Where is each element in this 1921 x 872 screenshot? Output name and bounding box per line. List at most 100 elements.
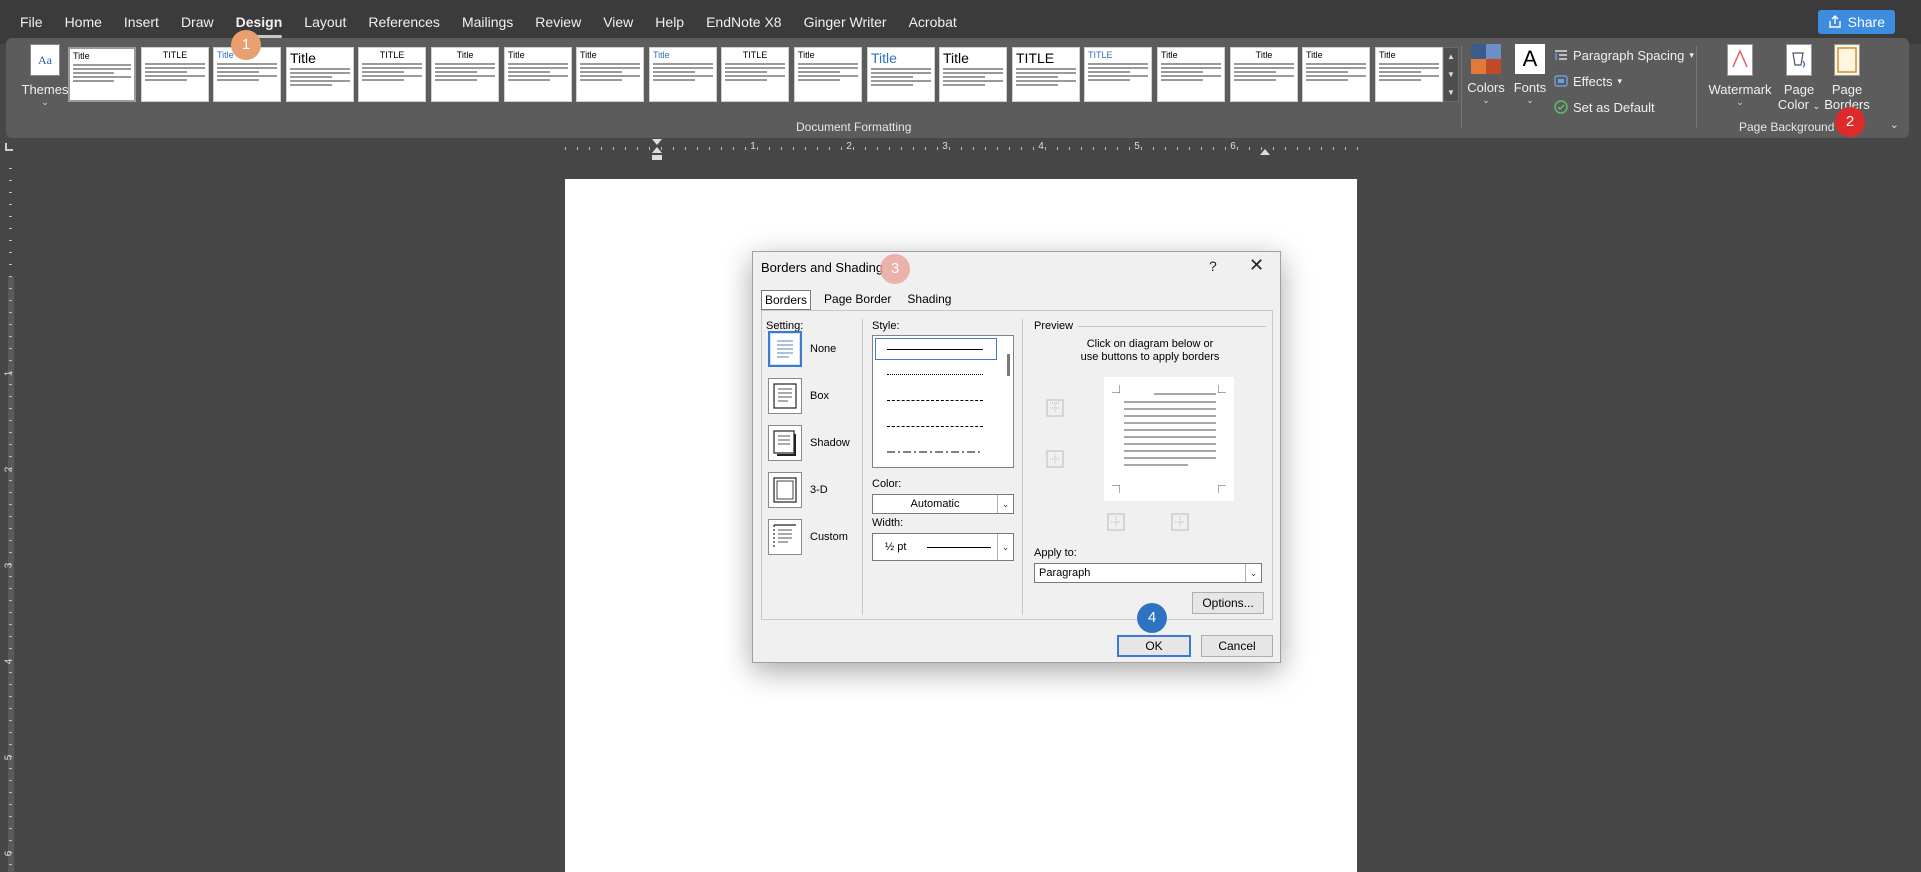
horizontal-ruler[interactable]: 1 2 3 4 5 6 (565, 139, 1361, 160)
style-set-thumbnail[interactable]: Title (1157, 47, 1225, 102)
style-set-title: Title (456, 50, 474, 60)
gallery-more-icon[interactable]: ▼ (1444, 84, 1458, 102)
style-solid[interactable] (887, 349, 983, 350)
style-set-thumbnail[interactable]: Title (576, 47, 644, 102)
effects-button[interactable]: Effects ▾ (1554, 70, 1699, 92)
setting-custom[interactable]: Custom (768, 517, 848, 557)
ok-button[interactable]: OK (1117, 635, 1191, 657)
page-color-label-1: Page (1783, 82, 1815, 97)
page-borders-button[interactable]: Page Borders (1824, 44, 1870, 112)
page-color-button[interactable]: Page Color ⌄ (1776, 44, 1822, 114)
width-dropdown[interactable]: ½ pt ⌄ (872, 533, 1014, 561)
style-set-thumbnail[interactable]: TITLE (1012, 47, 1080, 102)
borders-tab-panel: Setting: None Box Shadow 3-D Custom Styl… (761, 310, 1273, 620)
help-icon[interactable]: ? (1209, 258, 1217, 274)
tab-shading[interactable]: Shading (904, 290, 954, 310)
setting-none-icon (768, 331, 802, 367)
setting-3d-label: 3-D (810, 484, 828, 496)
options-button[interactable]: Options... (1192, 592, 1264, 614)
ruler-number: 2 (3, 466, 15, 473)
setting-3d[interactable]: 3-D (768, 470, 828, 510)
setting-box-icon (768, 378, 802, 414)
chevron-down-icon: ⌄ (997, 534, 1013, 560)
width-sample-line (927, 547, 991, 548)
style-set-thumbnail[interactable]: Title (794, 47, 862, 102)
gallery-up-icon[interactable]: ▲ (1444, 48, 1458, 66)
preview-diagram[interactable] (1104, 377, 1234, 501)
share-label: Share (1847, 14, 1885, 30)
style-set-thumbnail[interactable]: Title (504, 47, 572, 102)
watermark-icon (1727, 44, 1753, 76)
themes-button[interactable]: Aa Themes ⌄ (18, 42, 72, 112)
chevron-down-icon: ⌄ (1812, 101, 1821, 111)
style-set-thumbnail[interactable]: Title (286, 47, 354, 102)
setting-box[interactable]: Box (768, 376, 829, 416)
style-set-thumbnail[interactable]: Title (649, 47, 717, 102)
style-set-thumbnail[interactable]: TITLE (1084, 47, 1152, 102)
design-side-commands: Paragraph Spacing ▾ Effects ▾ Set as Def… (1554, 44, 1699, 118)
setting-none[interactable]: None (768, 329, 836, 369)
style-set-title: Title (73, 51, 90, 61)
colors-icon (1471, 44, 1501, 74)
style-set-title: TITLE (1088, 50, 1113, 60)
ribbon-separator (1461, 46, 1462, 128)
style-set-thumbnail[interactable]: Title (68, 47, 136, 102)
panel-divider (862, 319, 863, 615)
watermark-button[interactable]: Watermark ⌄ (1708, 44, 1772, 107)
preview-hint-2: use buttons to apply borders (1080, 351, 1220, 363)
chevron-down-icon: ▾ (1689, 49, 1694, 60)
style-set-thumbnail[interactable]: TITLE (141, 47, 209, 102)
paragraph-spacing-label: Paragraph Spacing (1573, 47, 1685, 63)
style-dash[interactable] (887, 426, 983, 427)
tab-borders[interactable]: Borders (761, 290, 812, 310)
style-set-thumbnail[interactable]: Title (1230, 47, 1298, 102)
style-label: Style: (872, 320, 900, 332)
gallery-scroll[interactable]: ▲ ▼ ▼ (1443, 47, 1459, 102)
fonts-button[interactable]: A Fonts ⌄ (1510, 44, 1550, 105)
gallery-down-icon[interactable]: ▼ (1444, 66, 1458, 84)
left-border-button-icon[interactable] (1106, 512, 1126, 532)
color-dropdown[interactable]: Automatic ⌄ (872, 494, 1014, 514)
style-dotted[interactable] (887, 374, 983, 375)
chevron-down-icon: ⌄ (1526, 95, 1534, 105)
cancel-button[interactable]: Cancel (1201, 635, 1273, 657)
setting-box-label: Box (810, 390, 829, 402)
style-list-scrollbar[interactable] (1007, 354, 1010, 376)
style-set-title: Title (290, 50, 316, 66)
effects-icon (1554, 75, 1568, 87)
ruler-corner-tab-selector[interactable] (5, 143, 13, 151)
share-icon (1828, 15, 1841, 28)
chevron-down-icon: ⌄ (1736, 97, 1744, 107)
style-set-thumbnail[interactable]: TITLE (358, 47, 426, 102)
right-border-button-icon[interactable] (1170, 512, 1190, 532)
tab-page-border[interactable]: Page Border (821, 290, 894, 310)
style-set-gallery: Title TITLE Title Title TITLE Title Title Title… (68, 47, 1451, 102)
style-list[interactable] (872, 335, 1014, 468)
indent-marker-icon[interactable] (651, 139, 663, 161)
close-icon[interactable]: ✕ (1249, 255, 1264, 276)
setting-shadow[interactable]: Shadow (768, 423, 850, 463)
style-set-thumbnail[interactable]: Title (1375, 47, 1443, 102)
style-set-thumbnail[interactable]: Title (867, 47, 935, 102)
style-set-thumbnail[interactable]: Title (1302, 47, 1370, 102)
top-border-button-icon[interactable] (1045, 398, 1065, 418)
inside-horizontal-border-button-icon[interactable] (1045, 449, 1065, 469)
apply-to-dropdown[interactable]: Paragraph ⌄ (1034, 563, 1262, 583)
paragraph-spacing-button[interactable]: Paragraph Spacing ▾ (1554, 44, 1699, 66)
share-button[interactable]: Share (1817, 10, 1895, 34)
themes-label: Themes (21, 82, 69, 97)
ribbon: Aa Themes ⌄ Title TITLE Title Title TITLE Tit… (6, 38, 1909, 138)
style-set-thumbnail[interactable]: Title (431, 47, 499, 102)
vertical-ruler[interactable]: 1 2 3 4 5 6 (3, 168, 16, 872)
set-as-default-button[interactable]: Set as Default (1554, 96, 1699, 118)
style-small-dash[interactable] (887, 400, 983, 401)
page-color-icon (1786, 44, 1812, 76)
collapse-ribbon-icon[interactable]: ⌄ (1890, 118, 1899, 131)
style-set-thumbnail[interactable]: Title (939, 47, 1007, 102)
style-dash-dot[interactable] (887, 450, 983, 454)
colors-button[interactable]: Colors ⌄ (1466, 44, 1506, 105)
watermark-label: Watermark (1708, 82, 1772, 97)
setting-shadow-icon (768, 425, 802, 461)
ruler-number: 2 (846, 141, 852, 152)
style-set-thumbnail[interactable]: TITLE (721, 47, 789, 102)
